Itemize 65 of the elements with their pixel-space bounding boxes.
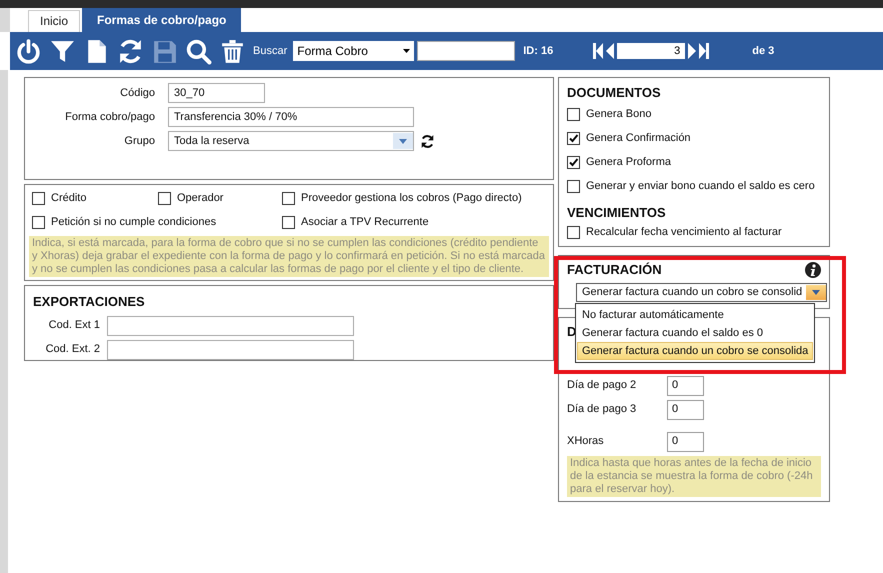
checkbox[interactable] [567,108,580,121]
checkbox-label: Genera Confirmación [586,131,691,146]
field-label: Cod. Ext. 2 [44,342,101,358]
field-label: Forma cobro/pago [64,110,156,125]
number-field[interactable]: 0 [667,400,704,420]
text-field[interactable]: 30_70 [168,83,265,103]
invoice-dropdown[interactable]: Generar factura cuando un cobro se consolid [576,282,828,302]
checkbox-label: Asociar a TPV Recurrente [301,214,429,230]
dropdown-option[interactable]: Generar factura cuando el saldo es 0 [577,324,814,342]
checkbox-label: Genera Bono [586,107,652,122]
number-field[interactable]: 0 [667,376,704,396]
section-title: VENCIMIENTOS [567,204,666,222]
checkbox[interactable] [32,216,45,228]
dropdown-option[interactable]: No facturar automáticamente [577,306,814,324]
text-field[interactable] [107,340,354,360]
text-field[interactable] [107,316,354,336]
first-record-icon[interactable] [593,43,604,59]
field-label: Día de pago 3 [567,402,638,418]
field-label: Grupo [123,134,156,149]
number-field[interactable]: 0 [667,432,704,452]
checkbox-label: Recalcular fecha vencimiento al facturar [586,224,782,240]
caret-icon [403,49,410,53]
trash-button[interactable] [219,38,246,64]
field-label: Día de pago 2 [567,378,638,394]
power-button[interactable] [15,38,42,64]
checkbox[interactable] [567,132,580,145]
dropdown-option[interactable]: Generar factura cuando un cobro se consolida [577,342,814,360]
checkbox[interactable] [567,180,580,193]
checkbox[interactable] [158,192,171,204]
caret-icon [399,138,407,144]
checkbox[interactable] [567,156,580,169]
field-label: Cod. Ext 1 [48,318,101,334]
refresh-button[interactable] [117,38,144,64]
field-label: XHoras [567,434,605,450]
last-record-icon[interactable] [699,43,710,59]
section-title: DOCUMENTOS [567,84,661,102]
checkbox-label: Proveedor gestiona los cobros (Pago directo) [301,190,522,206]
tab[interactable]: Inicio [28,10,80,32]
checkbox-label: Generar y enviar bono cuando el saldo es cero [586,179,815,194]
text-field[interactable]: Transferencia 30% / 70% [168,107,414,127]
search-button[interactable] [185,38,212,64]
caret-icon [812,290,820,294]
group-dropdown[interactable]: Toda la reserva [168,131,414,151]
checkbox-label: Crédito [51,190,86,206]
hint-note: Indica, si está marcada, para la forma de cobro que si no se cumplen las condiciones (crédito pendiente y Xhoras) deja grabar el expediente con la forma de pago y lo confirmará en petición. Si no está marcada y no se cumplen las condiciones pasa a calcular las formas de pago por el cliente y el tipo de cliente. [29,236,549,277]
checkbox[interactable] [282,192,295,204]
section-title: FACTURACIÓN [567,261,662,279]
checkbox[interactable] [567,226,580,238]
checkbox-label: Operador [177,190,224,206]
info-icon[interactable] [805,262,821,278]
refresh-icon[interactable] [420,134,435,148]
search-input[interactable] [417,41,516,61]
tab[interactable]: Formas de cobro/pago [82,8,242,32]
hint-note: Indica hasta que horas antes de la fecha de inicio de la estancia se muestra la forma de cobro (-24h para el reservar hoy). [567,456,821,496]
record-field[interactable]: 3 [617,43,686,59]
section-title: EXPORTACIONES [33,293,145,311]
search-label: Buscar [253,44,288,59]
checkbox[interactable] [282,216,295,228]
checkbox[interactable] [32,192,45,204]
record-id: ID: 16 [523,44,554,59]
field-label: Código [119,86,156,101]
checkbox-label: Genera Proforma [586,155,671,170]
record-total: de 3 [752,44,774,59]
checkbox-label: Petición si no cumple condiciones [51,214,216,230]
search-field-dropdown[interactable]: Forma Cobro [293,41,414,61]
